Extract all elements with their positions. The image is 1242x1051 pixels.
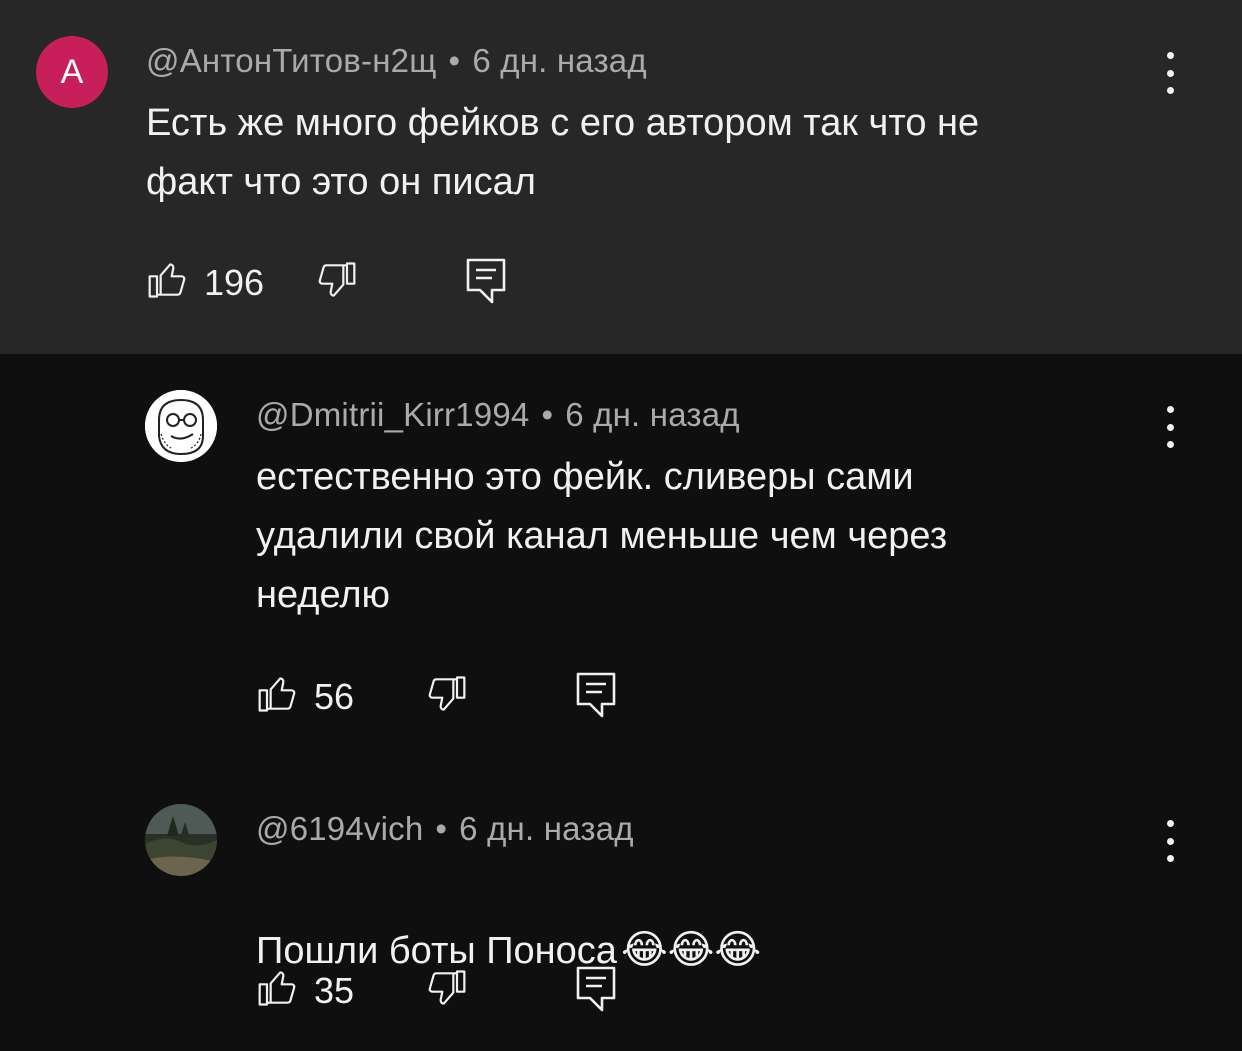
avatar[interactable]: А xyxy=(36,36,108,108)
like-count: 196 xyxy=(204,262,265,303)
author-name[interactable]: @Dmitrii_Kirr1994 xyxy=(256,396,529,433)
avatar[interactable] xyxy=(145,390,217,462)
author-name[interactable]: @АнтонТитов-н2щ xyxy=(146,42,437,79)
comment-header: @Dmitrii_Kirr1994 • 6 дн. назад xyxy=(256,396,740,434)
comment-actions: 56 xyxy=(256,672,736,722)
thumbs-down-icon[interactable] xyxy=(424,966,468,1010)
thumbs-down-icon[interactable] xyxy=(424,672,468,716)
avatar-letter: А xyxy=(60,52,84,91)
comment-item: А @АнтонТитов-н2щ • 6 дн. назад Есть же мн… xyxy=(0,0,1242,354)
comment-actions: 196 xyxy=(146,258,626,308)
thumbs-up-icon[interactable] xyxy=(256,672,300,716)
more-vert-icon[interactable] xyxy=(1155,48,1185,98)
reply-icon[interactable] xyxy=(576,966,616,1012)
reply-icon[interactable] xyxy=(576,672,616,718)
comment-text: естественно это фейк. сливеры сами удали… xyxy=(256,456,948,616)
comment-actions: 35 xyxy=(256,966,736,1016)
comment-item: @Dmitrii_Kirr1994 • 6 дн. назад естественн… xyxy=(0,354,1242,766)
like-count: 35 xyxy=(314,970,355,1011)
more-vert-icon[interactable] xyxy=(1155,402,1185,452)
thumbs-up-icon[interactable] xyxy=(146,258,190,302)
separator-dot: • xyxy=(541,396,554,433)
comment-item: @6194vich • 6 дн. назад Пошли боты Поноса 😂… xyxy=(0,766,1242,1051)
reply-icon[interactable] xyxy=(466,258,506,304)
separator-dot: • xyxy=(448,42,461,79)
comment-text: Есть же много фейков с его автором так ч… xyxy=(146,102,980,203)
thumbs-up-icon[interactable] xyxy=(256,966,300,1010)
comment-time[interactable]: 6 дн. назад xyxy=(472,42,646,79)
like-count: 56 xyxy=(314,676,355,717)
comments-thread: А @АнтонТитов-н2щ • 6 дн. назад Есть же мн… xyxy=(0,0,1242,1051)
comment-time[interactable]: 6 дн. назад xyxy=(459,810,633,847)
separator-dot: • xyxy=(435,810,448,847)
comment-time[interactable]: 6 дн. назад xyxy=(565,396,739,433)
thumbs-down-icon[interactable] xyxy=(314,258,358,302)
landscape-photo-icon xyxy=(145,804,217,876)
more-vert-icon[interactable] xyxy=(1155,816,1185,866)
meme-face-icon xyxy=(145,390,217,462)
comment-text: Пошли боты Поноса 😂😂😂 xyxy=(256,862,761,981)
comment-header: @АнтонТитов-н2щ • 6 дн. назад xyxy=(146,42,647,80)
avatar[interactable] xyxy=(145,804,217,876)
comment-header: @6194vich • 6 дн. назад xyxy=(256,810,634,848)
author-name[interactable]: @6194vich xyxy=(256,810,423,847)
